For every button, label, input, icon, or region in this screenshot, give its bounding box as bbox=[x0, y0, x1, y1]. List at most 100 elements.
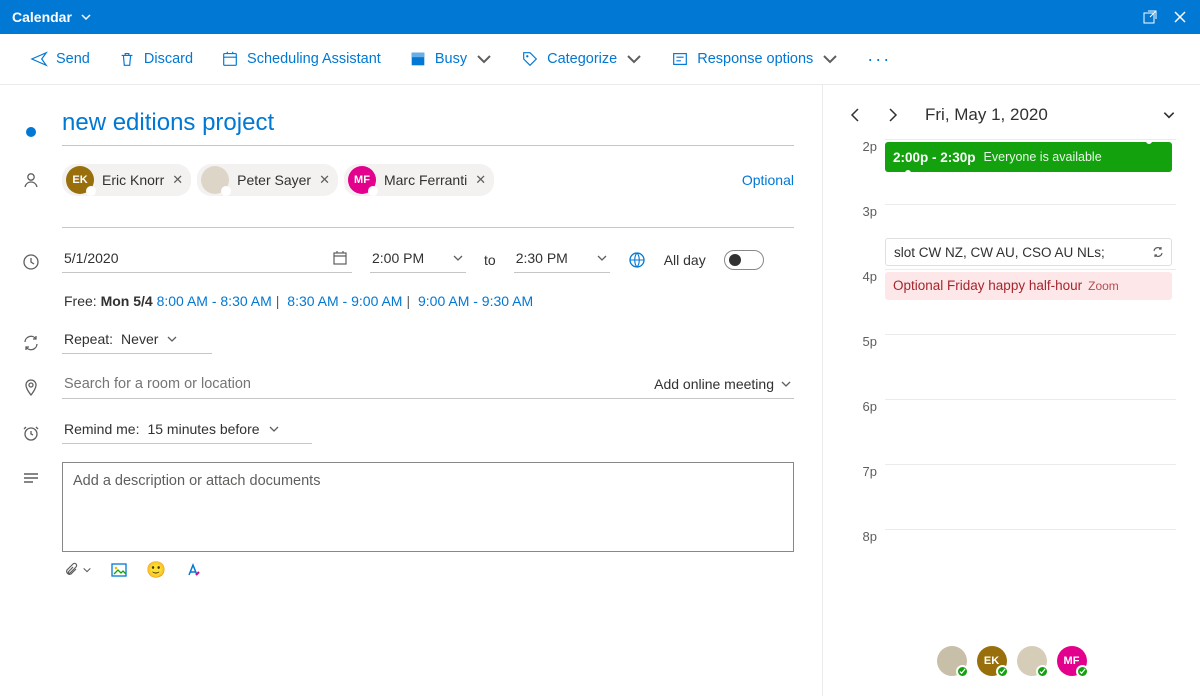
to-label: to bbox=[484, 252, 496, 268]
attach-button[interactable] bbox=[64, 562, 92, 578]
description-input[interactable]: Add a description or attach documents bbox=[62, 462, 794, 552]
attendee-chip[interactable]: EK Eric Knorr ✕ bbox=[62, 164, 191, 196]
hour-label: 8p bbox=[847, 529, 885, 544]
free-slot-link[interactable]: 8:00 AM - 8:30 AM bbox=[157, 293, 272, 309]
categorize-label: Categorize bbox=[547, 51, 617, 67]
popout-icon[interactable] bbox=[1142, 9, 1158, 25]
attendee-availability-avatars: EK MF bbox=[847, 634, 1176, 676]
send-icon bbox=[30, 50, 48, 68]
chevron-down-icon bbox=[475, 50, 493, 68]
calendar-icon bbox=[332, 250, 348, 266]
recurring-icon bbox=[1151, 245, 1165, 259]
toolbar: Send Discard Scheduling Assistant Busy C… bbox=[0, 34, 1200, 85]
titlebar: Calendar bbox=[0, 0, 1200, 34]
chevron-down-icon bbox=[596, 252, 608, 264]
add-online-meeting-button[interactable]: Add online meeting bbox=[654, 376, 792, 392]
avatar[interactable] bbox=[1017, 646, 1047, 676]
more-button[interactable]: ··· bbox=[867, 49, 891, 70]
timezone-icon[interactable] bbox=[628, 251, 646, 269]
next-day-button[interactable] bbox=[883, 106, 901, 124]
chevron-down-icon bbox=[82, 565, 92, 575]
attendee-chip[interactable]: Peter Sayer ✕ bbox=[197, 164, 338, 196]
avatar: EK bbox=[66, 166, 94, 194]
chevron-down-icon[interactable] bbox=[1162, 108, 1176, 122]
description-placeholder: Add a description or attach documents bbox=[73, 473, 320, 489]
discard-button[interactable]: Discard bbox=[118, 50, 193, 68]
resize-handle[interactable] bbox=[903, 168, 913, 172]
attendees-list: EK Eric Knorr ✕ Peter Sayer ✕ MF Marc Fe… bbox=[62, 164, 728, 196]
response-options-button[interactable]: Response options bbox=[671, 50, 839, 68]
clock-icon bbox=[21, 252, 41, 272]
avatar[interactable] bbox=[937, 646, 967, 676]
close-icon[interactable] bbox=[1172, 9, 1188, 25]
chevron-down-icon bbox=[780, 378, 792, 390]
calendar-event[interactable]: Optional Friday happy half-hour Zoom bbox=[885, 272, 1172, 300]
remind-label: Remind me: bbox=[64, 421, 139, 437]
reminder-icon bbox=[21, 423, 41, 443]
emoji-icon[interactable]: 🙂 bbox=[146, 560, 166, 580]
avatar[interactable]: EK bbox=[977, 646, 1007, 676]
hour-label: 7p bbox=[847, 464, 885, 479]
image-icon[interactable] bbox=[110, 561, 128, 579]
attendee-name: Marc Ferranti bbox=[384, 172, 467, 188]
hour-label: 5p bbox=[847, 334, 885, 349]
allday-label: All day bbox=[664, 252, 706, 268]
attendee-chip[interactable]: MF Marc Ferranti ✕ bbox=[344, 164, 494, 196]
event-location: Zoom bbox=[1088, 279, 1119, 293]
attendee-name: Peter Sayer bbox=[237, 172, 311, 188]
optional-attendees-link[interactable]: Optional bbox=[742, 172, 794, 188]
mini-calendar[interactable]: 2p 2:00p - 2:30p Everyone is available 3… bbox=[847, 139, 1176, 634]
free-label: Free: bbox=[64, 293, 97, 309]
format-icon[interactable] bbox=[184, 561, 202, 579]
start-time-picker[interactable]: 2:00 PM bbox=[370, 246, 466, 273]
busy-button[interactable]: Busy bbox=[409, 50, 493, 68]
event-title: Optional Friday happy half-hour bbox=[893, 278, 1082, 293]
remove-attendee-icon[interactable]: ✕ bbox=[319, 172, 330, 188]
start-time-value: 2:00 PM bbox=[372, 250, 424, 266]
resize-handle[interactable] bbox=[1144, 142, 1154, 146]
sidepane-date: Fri, May 1, 2020 bbox=[925, 105, 1144, 125]
chevron-down-icon bbox=[452, 252, 464, 264]
chevron-down-icon bbox=[166, 333, 178, 345]
avatar: MF bbox=[348, 166, 376, 194]
response-icon bbox=[671, 50, 689, 68]
scheduling-label: Scheduling Assistant bbox=[247, 51, 381, 67]
scheduling-icon bbox=[221, 50, 239, 68]
repeat-picker[interactable]: Repeat: Never bbox=[62, 327, 212, 354]
send-button[interactable]: Send bbox=[30, 50, 90, 68]
prev-day-button[interactable] bbox=[847, 106, 865, 124]
categorize-button[interactable]: Categorize bbox=[521, 50, 643, 68]
hour-label: 2p bbox=[847, 139, 885, 154]
calendar-event[interactable]: slot CW NZ, CW AU, CSO AU NLs; bbox=[885, 238, 1172, 266]
date-value: 5/1/2020 bbox=[64, 250, 119, 266]
event-title: slot CW NZ, CW AU, CSO AU NLs; bbox=[894, 245, 1105, 260]
app-title: Calendar bbox=[12, 9, 72, 25]
chevron-down-icon bbox=[625, 50, 643, 68]
end-time-picker[interactable]: 2:30 PM bbox=[514, 246, 610, 273]
slot-status: Everyone is available bbox=[984, 150, 1102, 164]
date-picker[interactable]: 5/1/2020 bbox=[62, 246, 352, 273]
repeat-value: Never bbox=[121, 331, 158, 347]
app-menu[interactable]: Calendar bbox=[12, 9, 92, 25]
proposed-slot[interactable]: 2:00p - 2:30p Everyone is available bbox=[885, 142, 1172, 172]
allday-toggle[interactable] bbox=[724, 250, 764, 270]
schedule-sidepane: Fri, May 1, 2020 2p 2:00p - 2:30p Everyo… bbox=[822, 85, 1200, 696]
description-toolbar: 🙂 bbox=[62, 552, 794, 588]
avatar[interactable]: MF bbox=[1057, 646, 1087, 676]
hour-label: 4p bbox=[847, 269, 885, 284]
tag-icon bbox=[521, 50, 539, 68]
available-badge bbox=[956, 665, 969, 678]
subject-input[interactable] bbox=[62, 109, 794, 146]
free-slot-link[interactable]: 8:30 AM - 9:00 AM bbox=[287, 293, 402, 309]
remove-attendee-icon[interactable]: ✕ bbox=[172, 172, 183, 188]
location-input[interactable] bbox=[64, 376, 654, 392]
free-slot-link[interactable]: 9:00 AM - 9:30 AM bbox=[418, 293, 533, 309]
remove-attendee-icon[interactable]: ✕ bbox=[475, 172, 486, 188]
available-badge bbox=[1076, 665, 1089, 678]
description-icon bbox=[21, 468, 41, 488]
calendar-color-bullet[interactable] bbox=[26, 127, 36, 137]
hour-label: 6p bbox=[847, 399, 885, 414]
scheduling-assistant-button[interactable]: Scheduling Assistant bbox=[221, 50, 381, 68]
reminder-picker[interactable]: Remind me: 15 minutes before bbox=[62, 417, 312, 444]
attendee-input[interactable] bbox=[62, 202, 794, 228]
